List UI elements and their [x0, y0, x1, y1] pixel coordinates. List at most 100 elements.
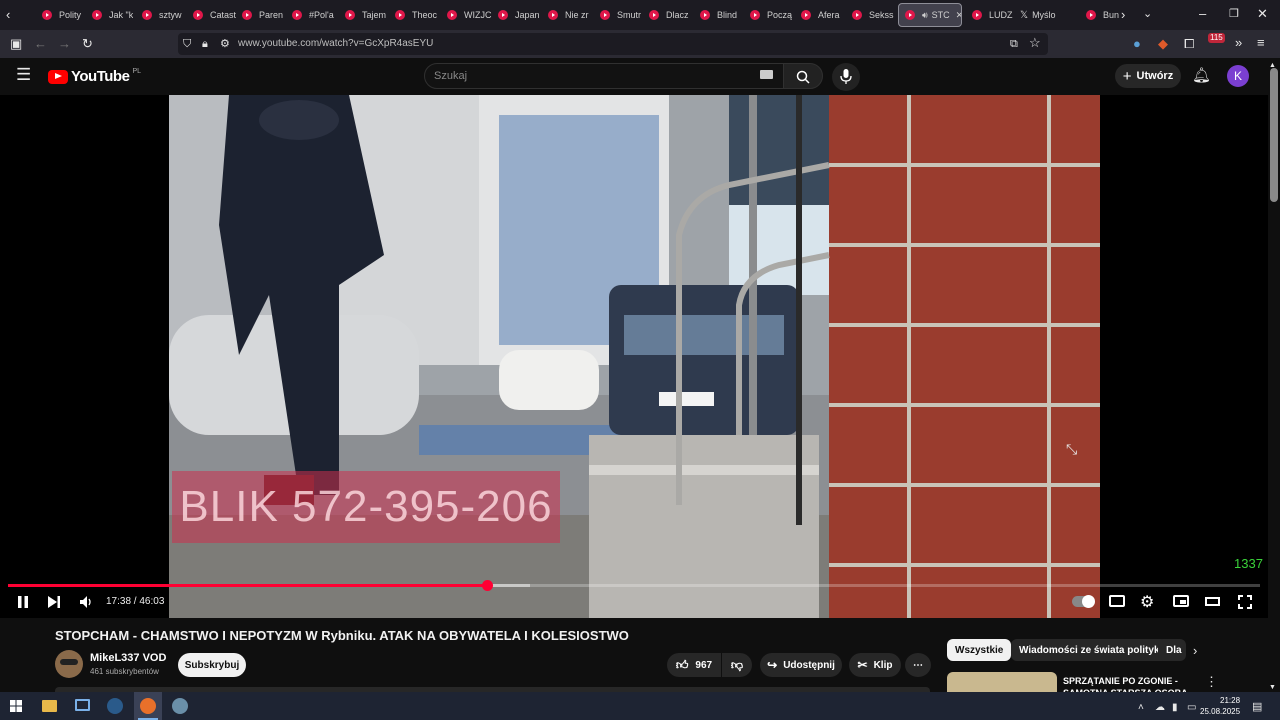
extensions-puzzle-icon[interactable]: ⧠ [1184, 36, 1194, 52]
youtube-favicon-icon [42, 10, 52, 20]
recommendation-menu-icon[interactable]: ⋮ [1205, 674, 1218, 690]
steam-icon[interactable] [107, 698, 123, 714]
app-menu-icon[interactable]: ≡ [1257, 35, 1265, 51]
filter-chip[interactable]: Wszystkie [947, 639, 1012, 661]
browser-tab[interactable]: Catast [193, 3, 236, 27]
browser-tab[interactable]: Polity [42, 3, 81, 27]
youtube-favicon-icon [801, 10, 811, 20]
pause-icon[interactable] [16, 595, 30, 609]
browser-tab-label: Nie zr [565, 10, 589, 20]
back-icon[interactable]: ← [34, 36, 47, 52]
browser-tab[interactable]: LUDZ [972, 3, 1013, 27]
miniplayer-icon[interactable] [1173, 595, 1189, 607]
volume-icon[interactable] [79, 595, 94, 609]
browser-tab[interactable]: Paren [242, 3, 283, 27]
search-box[interactable]: Szukaj [424, 63, 784, 89]
youtube-favicon-icon [972, 10, 982, 20]
keyboard-icon[interactable] [760, 70, 773, 79]
youtube-favicon-icon [142, 10, 152, 20]
settings-gear-icon[interactable]: ⚙ [1140, 592, 1154, 612]
browser-tab[interactable]: Nie zr [548, 3, 589, 27]
remote-desktop-icon[interactable] [75, 699, 90, 711]
browser-tab-label: Blind [717, 10, 738, 20]
onedrive-icon[interactable]: ☁ [1155, 700, 1165, 716]
notifications-center-icon[interactable]: ▤ [1252, 699, 1262, 715]
taskbar-clock[interactable]: 21:28 25.08.2025 [1200, 695, 1240, 717]
extension-shield-icon[interactable]: ● [1133, 36, 1141, 52]
windows-start-icon[interactable] [10, 700, 22, 712]
page-scrollbar-thumb[interactable] [1270, 68, 1278, 202]
browser-tab[interactable]: sztyw [142, 3, 182, 27]
autoplay-toggle[interactable] [1072, 595, 1095, 608]
like-button[interactable]: 👍︎ 967 [667, 653, 721, 677]
file-explorer-icon[interactable] [42, 700, 57, 712]
browser-tab[interactable]: Japan [498, 3, 540, 27]
tab-audio-icon[interactable]: 🔊︎ [922, 10, 928, 21]
browser-tab[interactable]: Smutr [600, 3, 641, 27]
share-button[interactable]: ↪ Udostępnij [760, 653, 842, 677]
theater-mode-icon[interactable] [1205, 597, 1220, 606]
browser-tab[interactable]: Bun [1086, 3, 1119, 27]
extension-badge[interactable]: 115 [1208, 33, 1225, 43]
browser-tab[interactable]: Theoc [395, 3, 437, 27]
browser-tab[interactable]: Afera [801, 3, 840, 27]
browser-tab[interactable]: Blind [700, 3, 737, 27]
more-actions-button[interactable]: ⋯ [905, 653, 931, 677]
dislike-button[interactable]: 👎︎ [722, 653, 752, 677]
network-icon[interactable]: ▭ [1187, 700, 1196, 716]
logo-region: PL [132, 68, 141, 75]
pip-page-icon[interactable]: ⧉ [1010, 36, 1018, 52]
browser-tab[interactable]: Sekss [852, 3, 894, 27]
browser-tab[interactable]: Tajem [345, 3, 386, 27]
expand-overlay-icon[interactable]: ⤡ [1066, 441, 1077, 457]
tab-scroll-right-icon[interactable]: › [1121, 7, 1125, 23]
restore-icon[interactable]: ❐ [1229, 6, 1239, 22]
search-button[interactable] [783, 63, 823, 89]
overflow-menu-icon[interactable]: » [1235, 35, 1242, 51]
scroll-up-icon[interactable]: ▲ [1269, 58, 1276, 74]
subtitles-icon[interactable] [1109, 595, 1125, 607]
guide-menu-icon[interactable]: ☰ [16, 66, 31, 83]
fullscreen-icon[interactable] [1238, 595, 1252, 609]
browser-tab[interactable]: Dlacz [649, 3, 689, 27]
shield-icon[interactable]: ⛉ [183, 36, 191, 52]
tray-overflow-icon[interactable]: ˄ [1138, 700, 1144, 716]
subscribe-button[interactable]: Subskrybuj [178, 653, 246, 677]
permissions-icon[interactable]: ⚙ [220, 36, 230, 52]
browser-tab[interactable]: #Pol'a [292, 3, 334, 27]
account-avatar[interactable]: K [1227, 65, 1249, 87]
thumbs-up-icon: 👍︎ [675, 657, 689, 672]
voice-search-button[interactable] [832, 63, 860, 91]
progress-scrubber-handle[interactable] [482, 580, 494, 591]
browser-tab[interactable]: Jak "k [92, 3, 133, 27]
browser-tab[interactable]: 𝕏 Myślo [1020, 3, 1056, 27]
clip-button[interactable]: ✂ Klip [849, 653, 901, 677]
tab-scroll-left-icon[interactable]: ‹ [6, 7, 10, 23]
create-button[interactable]: + Utwórz [1115, 64, 1181, 88]
close-window-icon[interactable]: ✕ [1257, 6, 1268, 22]
browser-tab[interactable]: 🔊︎STC ✕ [898, 3, 962, 27]
extension-fox-icon[interactable]: ◆ [1158, 36, 1168, 52]
list-all-tabs-icon[interactable]: ⌄ [1143, 6, 1152, 22]
forward-icon[interactable]: → [58, 36, 71, 52]
browser-tab[interactable]: WIZJC [447, 3, 492, 27]
taskbar-firefox-active[interactable] [134, 692, 162, 720]
chips-next-icon[interactable]: › [1193, 643, 1197, 659]
lock-icon[interactable]: 🔒︎ [202, 36, 208, 52]
sidebar-toggle-icon[interactable]: ▣ [10, 36, 22, 52]
bookmark-star-icon[interactable]: ☆ [1029, 35, 1041, 51]
filter-chip[interactable]: Wiadomości ze świata polityki [1011, 639, 1171, 661]
filter-chip[interactable]: Dla [1158, 639, 1186, 661]
reload-icon[interactable]: ↻ [82, 36, 93, 52]
next-video-icon[interactable] [47, 595, 61, 609]
youtube-logo[interactable]: YouTube PL [48, 68, 141, 85]
recommendation-thumbnail[interactable] [947, 672, 1057, 692]
channel-avatar[interactable] [55, 650, 83, 678]
app-icon[interactable] [172, 698, 188, 714]
channel-name[interactable]: MikeL337 VOD [90, 652, 166, 664]
browser-tab[interactable]: Począ [750, 3, 792, 27]
notifications-bell-icon[interactable]: 🔔︎ [1192, 68, 1211, 84]
minimize-icon[interactable]: – [1199, 6, 1206, 22]
tray-app-icon[interactable]: ▮ [1172, 700, 1178, 716]
tab-close-icon[interactable]: ✕ [956, 10, 961, 21]
